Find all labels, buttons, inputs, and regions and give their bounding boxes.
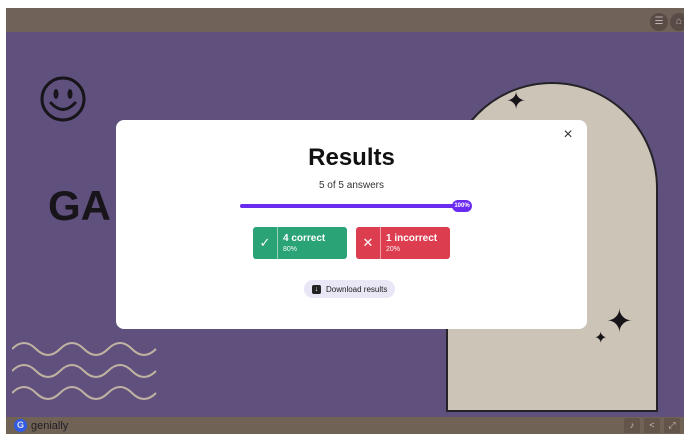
results-modal: × Results 5 of 5 answers 100% ✓ 4 correc… xyxy=(116,120,587,329)
correct-summary: ✓ 4 correct 80% xyxy=(253,227,347,259)
modal-title: Results xyxy=(308,144,395,171)
cross-icon: ✕ xyxy=(356,227,381,259)
download-icon: ↓ xyxy=(312,284,321,294)
check-icon: ✓ xyxy=(253,227,278,259)
incorrect-count: 1 incorrect xyxy=(386,232,438,244)
download-results-button[interactable]: ↓ Download results xyxy=(304,280,396,298)
correct-count: 4 correct xyxy=(283,232,326,244)
close-icon[interactable]: × xyxy=(559,126,577,144)
answers-count: 5 of 5 answers xyxy=(318,180,385,191)
presentation-frame: ☰ ⌂ GA ✦ ✦ ✦ G genially ♪ < ⤢ × Results xyxy=(6,8,684,434)
download-results-label: Download results xyxy=(326,284,388,294)
progress-percent: 100% xyxy=(452,200,472,212)
incorrect-percent: 20% xyxy=(386,245,401,253)
progress-fill xyxy=(240,204,468,208)
incorrect-summary: ✕ 1 incorrect 20% xyxy=(356,227,450,259)
progress-track xyxy=(240,204,468,208)
correct-percent: 80% xyxy=(283,245,298,253)
